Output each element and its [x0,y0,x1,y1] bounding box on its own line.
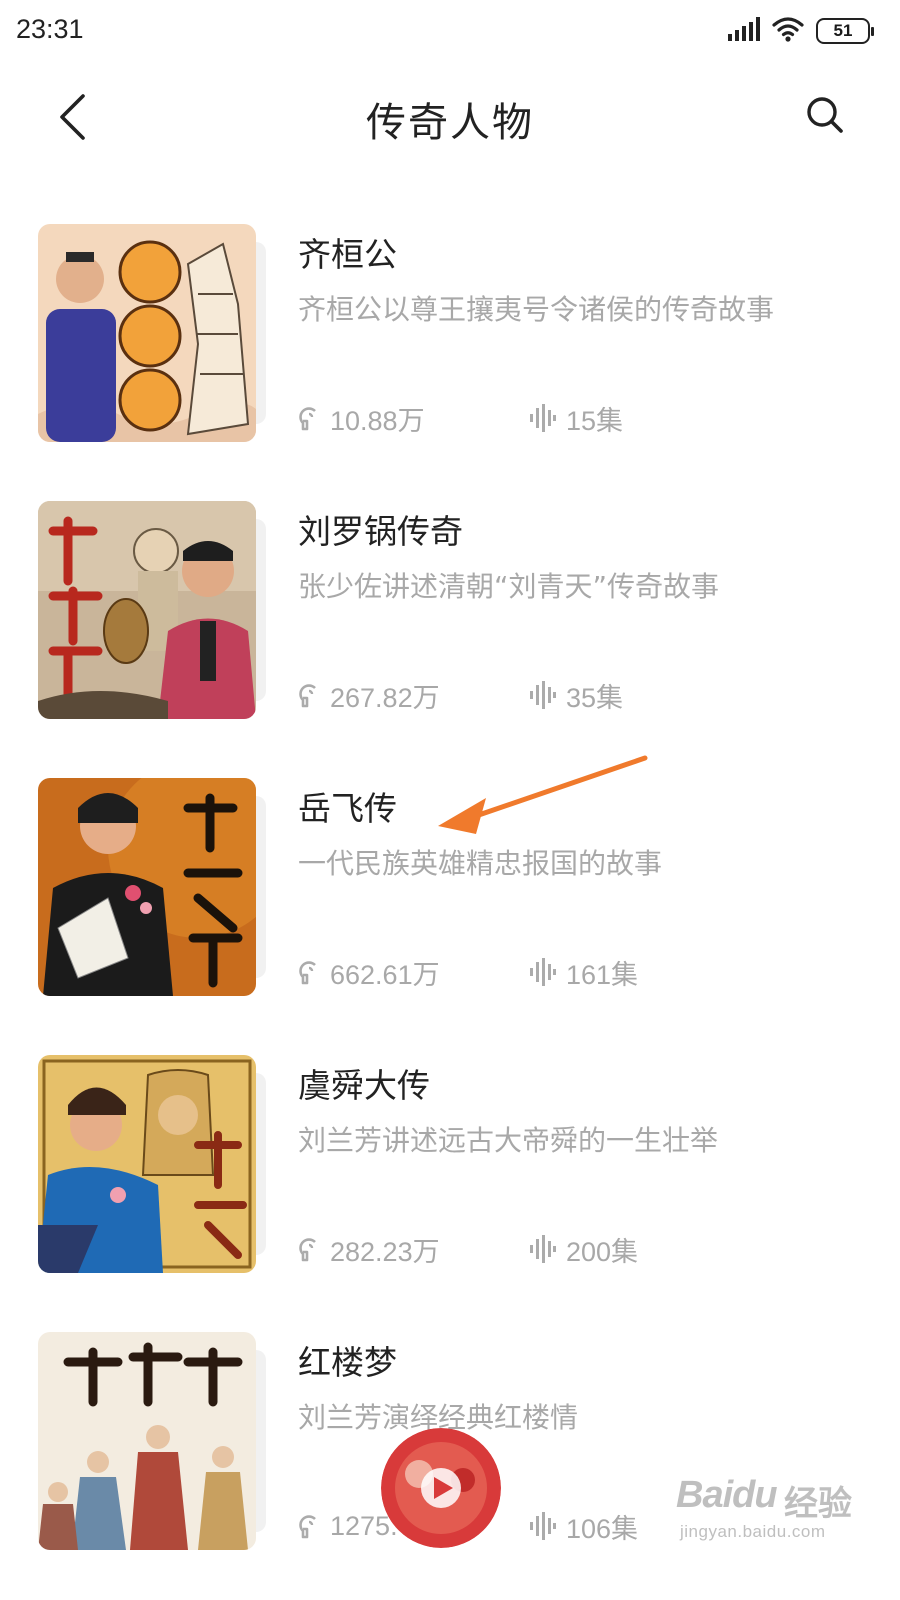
page-title: 传奇人物 [366,100,534,146]
play-count: 267.82万 [298,676,530,715]
play-count-text: 10.88万 [330,405,425,436]
item-meta: 662.61万 161集 [298,952,638,992]
headphones-icon [299,1515,316,1539]
search-button[interactable] [800,90,850,140]
list-item[interactable]: 齐桓公 齐桓公以尊王攘夷号令诸侯的传奇故事 10.88万 15集 [0,210,900,487]
episode-count-text: 200集 [566,1236,639,1267]
soundwave-icon [530,958,556,986]
play-count: 10.88万 [298,399,530,438]
item-title: 岳飞传 [298,789,397,828]
battery-level: 51 [833,21,853,40]
play-count: 282.23万 [298,1230,530,1269]
battery-icon: 51 [816,18,874,44]
play-count-text: 282.23万 [330,1236,440,1267]
episode-count-text: 15集 [566,405,624,436]
item-description: 刘兰芳讲述远古大帝舜的一生壮举 [298,1124,719,1157]
cover-image [38,1332,256,1550]
item-meta: 10.88万 15集 [298,398,623,438]
cover-wrapper [38,224,266,442]
list-item[interactable]: 岳飞传 一代民族英雄精忠报国的故事 662.61万 161集 [0,764,900,1041]
episode-count: 106集 [530,1507,638,1546]
soundwave-icon [530,681,556,709]
item-meta: 282.23万 200集 [298,1229,638,1269]
item-meta: 267.82万 35集 [298,675,623,715]
episode-count: 161集 [530,953,638,992]
item-title: 虞舜大传 [298,1066,430,1105]
cover-image [38,1055,256,1273]
headphones-icon [299,1238,316,1262]
headphones-icon [299,407,316,431]
episode-count-text: 106集 [566,1513,639,1544]
soundwave-icon [530,404,556,432]
watermark-url: jingyan.baidu.com [680,1522,826,1541]
item-title: 刘罗锅传奇 [298,512,463,551]
episode-count-text: 161集 [566,959,639,990]
list-item[interactable]: 刘罗锅传奇 张少佐讲述清朝“刘青天”传奇故事 267.82万 35集 [0,487,900,764]
soundwave-icon [530,1512,556,1540]
cover-wrapper [38,778,266,996]
status-icons: 51 [728,14,874,48]
watermark-logo: Baidu [676,1474,778,1516]
episode-count: 35集 [530,676,623,715]
cover-wrapper [38,1332,266,1550]
album-list: 齐桓公 齐桓公以尊王攘夷号令诸侯的传奇故事 10.88万 15集 刘罗锅传奇 张… [0,210,900,1595]
status-bar: 23:31 51 [0,0,900,62]
item-description: 张少佐讲述清朝“刘青天”传奇故事 [298,570,720,603]
soundwave-icon [530,1235,556,1263]
status-time: 23:31 [16,14,84,44]
search-icon [807,97,843,133]
item-title: 齐桓公 [298,235,397,274]
play-count-text: 662.61万 [330,959,440,990]
headphones-icon [299,961,316,985]
headphones-icon [299,684,316,708]
episode-count: 15集 [530,399,623,438]
episode-count-text: 35集 [566,682,624,713]
mini-player-button[interactable] [381,1428,501,1548]
item-title: 红楼梦 [298,1343,397,1382]
episode-count: 200集 [530,1230,638,1269]
nav-bar: 传奇人物 [0,62,900,172]
play-count-text: 267.82万 [330,682,440,713]
play-count: 662.61万 [298,953,530,992]
cover-wrapper [38,1055,266,1273]
cover-image [38,224,256,442]
wifi-icon [772,16,804,46]
cover-image [38,501,256,719]
cover-image [38,778,256,996]
watermark-text: 经验 [784,1485,852,1523]
signal-icon [728,17,760,45]
watermark: Baidu 经验 jingyan.baidu.com [676,1470,876,1550]
cover-wrapper [38,501,266,719]
item-description: 一代民族英雄精忠报国的故事 [298,847,663,880]
list-item[interactable]: 虞舜大传 刘兰芳讲述远古大帝舜的一生壮举 282.23万 200集 [0,1041,900,1318]
item-description: 齐桓公以尊王攘夷号令诸侯的传奇故事 [298,293,775,326]
